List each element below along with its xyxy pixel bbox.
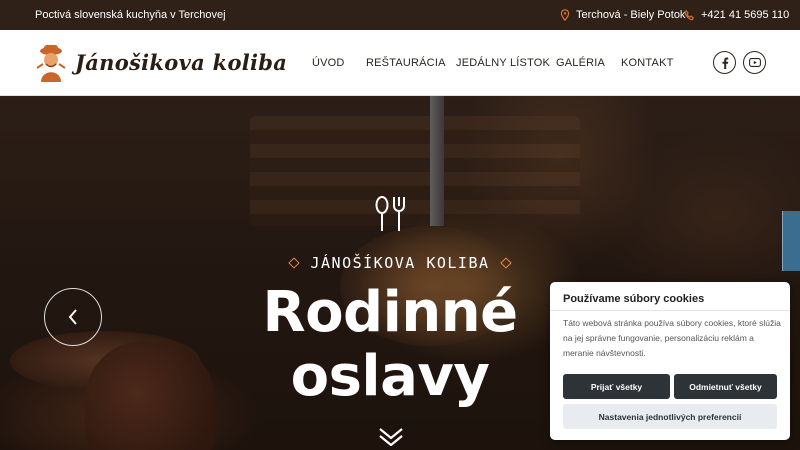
nav-item-restauracia[interactable]: REŠTAURÁCIA — [366, 57, 446, 69]
phone-link[interactable]: +421 41 5695 110 — [684, 9, 789, 21]
diamond-icon — [499, 257, 512, 269]
hero-eyebrow-text: JÁNOŠÍKOVA KOLIBA — [310, 254, 490, 272]
chevron-down-icon[interactable] — [378, 426, 404, 446]
cookie-preferences-button[interactable]: Nastavenia jednotlivých preferencií — [563, 404, 777, 429]
cookie-consent-dialog: Používame súbory cookies Táto webová str… — [550, 282, 790, 440]
map-pin-icon — [560, 9, 570, 21]
cookie-title: Používame súbory cookies — [563, 293, 705, 305]
site-header: Jánošikova koliba ÚVOD REŠTAURÁCIA JEDÁL… — [0, 30, 800, 96]
youtube-icon — [748, 58, 761, 67]
janosik-logo-icon — [36, 45, 66, 82]
top-bar: Poctivá slovenská kuchyňa v Terchovej Te… — [0, 0, 800, 30]
tagline: Poctivá slovenská kuchyňa v Terchovej — [35, 9, 226, 21]
nav-item-galeria[interactable]: GALÉRIA — [556, 57, 605, 69]
nav-item-kontakt[interactable]: KONTAKT — [621, 57, 674, 69]
location-link[interactable]: Terchová - Biely Potok — [560, 9, 685, 21]
hero-eyebrow: JÁNOŠÍKOVA KOLIBA — [0, 254, 800, 272]
location-text: Terchová - Biely Potok — [576, 9, 686, 21]
cookie-text: Táto webová stránka používa súbory cooki… — [563, 318, 781, 358]
cookie-divider — [550, 310, 790, 311]
accept-all-button[interactable]: Prijať všetky — [563, 374, 670, 399]
phone-text: +421 41 5695 110 — [701, 9, 790, 21]
nav-item-jedalny-listok[interactable]: JEDÁLNY LÍSTOK — [456, 57, 550, 69]
reject-all-button[interactable]: Odmietnuť všetky — [674, 374, 777, 399]
slider-prev-button[interactable] — [44, 288, 102, 346]
diamond-icon — [288, 257, 301, 269]
phone-icon — [684, 9, 695, 20]
logo-text: Jánošikova koliba — [75, 49, 288, 75]
nav-item-uvod[interactable]: ÚVOD — [312, 57, 345, 69]
chevron-left-icon — [68, 309, 77, 325]
youtube-button[interactable] — [743, 51, 766, 74]
facebook-icon — [722, 57, 728, 69]
facebook-button[interactable] — [713, 51, 736, 74]
logo[interactable]: Jánošikova koliba — [33, 42, 287, 82]
fork-knife-icon — [375, 196, 405, 231]
